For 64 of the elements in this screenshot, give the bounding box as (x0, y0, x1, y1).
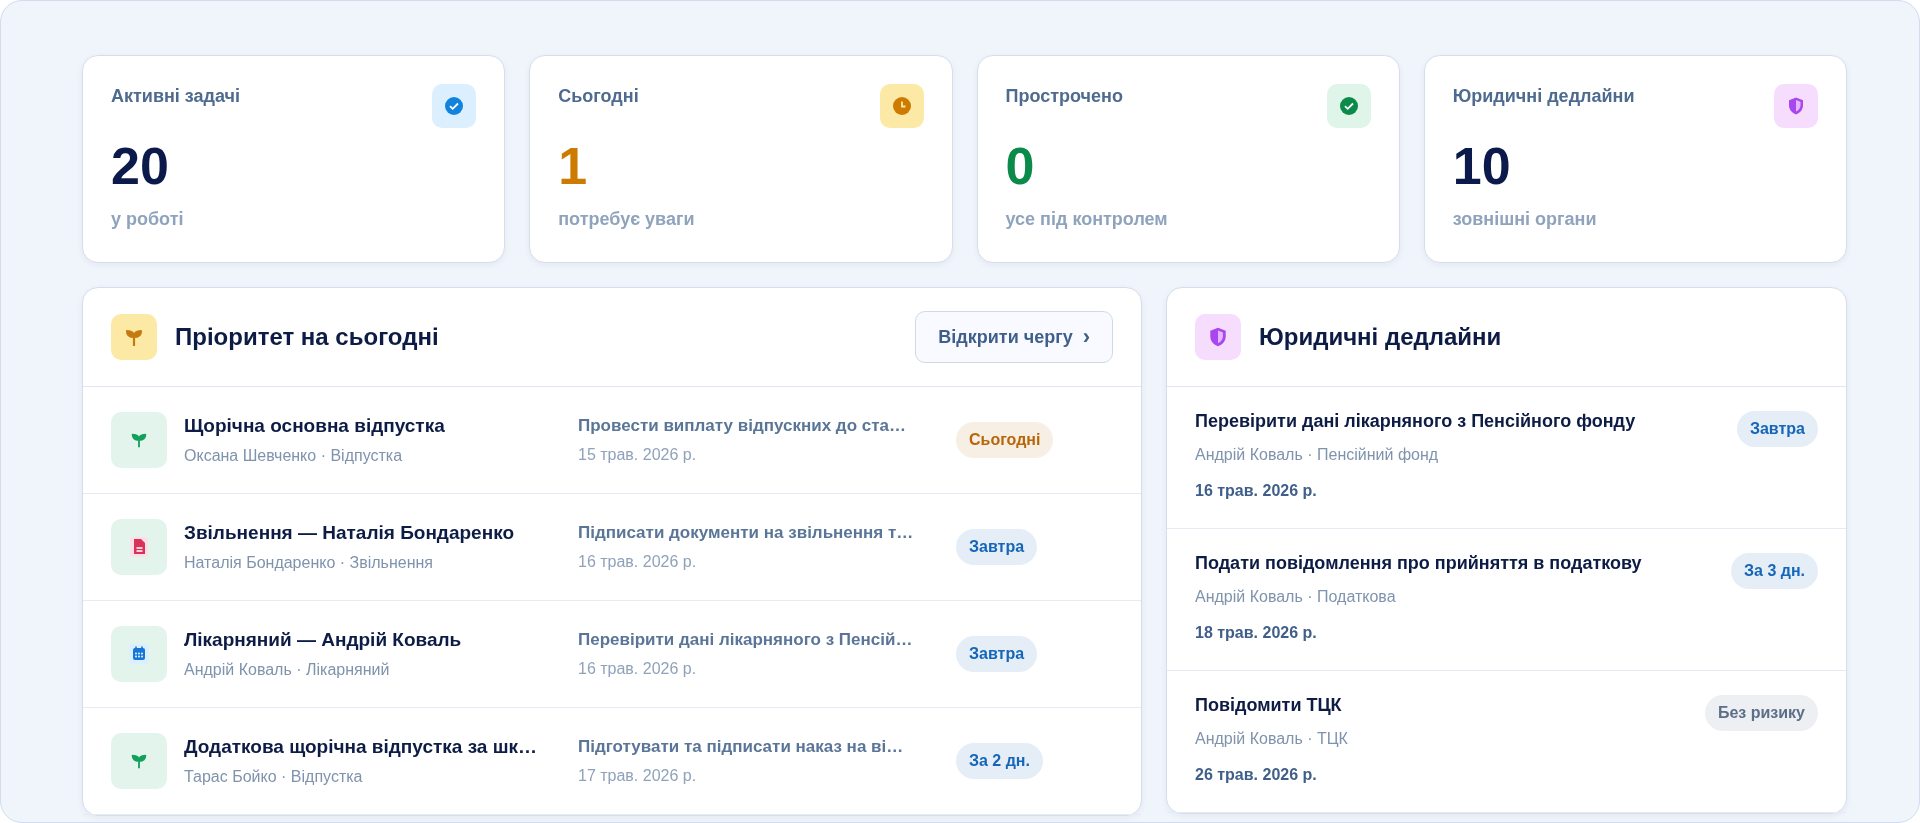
task-row[interactable]: Додаткова щорічна відпустка за шк… Тарас Бойко · Відпустка Підготувати та підписати наказ на ві… 17 трав. 2026 р. За 2 дн. (83, 708, 1141, 815)
panel-title: Пріоритет на сьогодні (175, 323, 440, 351)
task-row[interactable]: Лікарняний — Андрій Коваль Андрій Коваль · Лікарняний Перевірити дані лікарняного з Пенсій… 16 трав. 2026 р. Завтра (83, 601, 1141, 708)
task-title: Лікарняний — Андрій Коваль (184, 629, 463, 651)
deadline-date: 16 трав. 2026 р. (1195, 482, 1318, 500)
deadline-title: Повідомити ТЦК (1195, 695, 1343, 716)
stat-value: 20 (111, 138, 170, 196)
task-meta: Тарас Бойко · Відпустка (184, 768, 364, 786)
task-title: Щорічна основна відпустка (184, 415, 446, 437)
clock-icon (879, 84, 924, 128)
deadline-date: 26 трав. 2026 р. (1195, 766, 1318, 784)
deadline-meta: Андрій Коваль · Пенсійний фонд (1195, 446, 1440, 464)
calendar-icon (111, 626, 167, 682)
due-badge: Завтра (956, 636, 1038, 672)
task-date: 16 трав. 2026 р. (578, 553, 698, 571)
deadline-title: Подати повідомлення про прийняття в податкову (1195, 553, 1642, 574)
shield-icon (1195, 314, 1241, 360)
task-meta: Андрій Коваль · Лікарняний (184, 661, 391, 679)
stat-label: Юридичні дедлайни (1452, 86, 1635, 107)
task-row[interactable]: Щорічна основна відпустка Оксана Шевченко · Відпустка Провести виплату відпускних до ста… 15 трав. 2026 р. Сьогодні (83, 387, 1141, 494)
task-action: Перевірити дані лікарняного з Пенсій… (578, 630, 914, 650)
deadline-meta: Андрій Коваль · ТЦК (1195, 730, 1348, 748)
due-badge: Без ризику (1704, 695, 1818, 731)
task-title: Додаткова щорічна відпустка за шк… (184, 736, 539, 758)
deadline-meta: Андрій Коваль · Податкова (1195, 588, 1397, 606)
stat-caption: усе під контролем (1005, 209, 1169, 231)
task-row[interactable]: Звільнення — Наталія Бондаренко Наталія Бондаренко · Звільнення Підписати документи на звільнення т… 16 трав. 2026 р. Завтра (83, 494, 1141, 601)
task-action: Підготувати та підписати наказ на ві… (578, 737, 905, 757)
stat-value: 10 (1452, 138, 1512, 196)
due-badge: Завтра (956, 529, 1038, 565)
sprout-icon (111, 733, 167, 789)
due-badge: За 3 дн. (1731, 553, 1818, 589)
task-date: 16 трав. 2026 р. (578, 660, 698, 678)
deadline-row[interactable]: Повідомити ТЦК Андрій Коваль · ТЦК 26 трав. 2026 р. Без ризику (1167, 671, 1846, 813)
stat-value: 0 (1005, 138, 1036, 196)
check-icon (432, 84, 477, 128)
deadline-date: 18 трав. 2026 р. (1195, 624, 1318, 642)
due-badge: За 2 дн. (956, 743, 1043, 779)
task-action: Провести виплату відпускних до ста… (578, 416, 907, 436)
stat-caption: зовнішні органи (1452, 209, 1598, 231)
stat-caption: потребує уваги (558, 209, 696, 231)
open-queue-button[interactable]: Відкрити чергу › (915, 311, 1113, 363)
panel-title: Юридичні дедлайни (1259, 323, 1503, 351)
task-meta: Оксана Шевченко · Відпустка (184, 447, 404, 465)
due-badge: Сьогодні (956, 422, 1054, 458)
stat-label: Сьогодні (558, 86, 639, 107)
document-icon (111, 519, 167, 575)
deadline-title: Перевірити дані лікарняного з Пенсійного фонду (1195, 411, 1636, 432)
stat-caption: у роботі (111, 209, 185, 231)
stat-value: 1 (558, 138, 589, 196)
stat-label: Прострочено (1005, 86, 1123, 107)
task-date: 17 трав. 2026 р. (578, 767, 698, 785)
task-title: Звільнення — Наталія Бондаренко (184, 522, 515, 544)
deadline-row[interactable]: Подати повідомлення про прийняття в податкову Андрій Коваль · Податкова 18 трав. 2026 р. За 3 дн. (1167, 529, 1846, 671)
check-icon (1326, 84, 1371, 128)
sprout-icon (111, 412, 167, 468)
deadline-row[interactable]: Перевірити дані лікарняного з Пенсійного фонду Андрій Коваль · Пенсійний фонд 16 трав. 2026 р. Завтра (1167, 387, 1846, 529)
due-badge: Завтра (1736, 411, 1818, 447)
task-action: Підписати документи на звільнення т… (578, 523, 915, 543)
task-date: 15 трав. 2026 р. (578, 446, 698, 464)
shield-icon (1774, 84, 1818, 128)
stat-label: Активні задачі (111, 86, 240, 107)
task-meta: Наталія Бондаренко · Звільнення (184, 554, 434, 572)
sprout-icon (111, 314, 157, 360)
